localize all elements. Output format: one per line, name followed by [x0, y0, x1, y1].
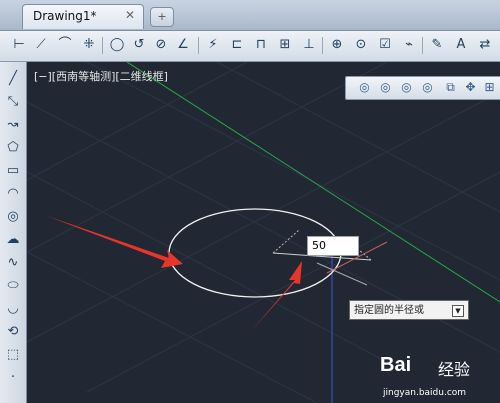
- visual-style-icon[interactable]: ◎: [419, 79, 436, 96]
- dimension-toolbar: ⊢ ⟋ ⌒ ⁜ ◯ ↺ ⊘ ∠ ⚡ ⊏ ⊓ ⊞ ⊥ ⊕ ⊙ ☑ ⌁ ✎ A ⇄: [0, 31, 500, 62]
- circle-icon[interactable]: ◎: [4, 208, 22, 226]
- radius-input[interactable]: 50: [307, 236, 359, 256]
- viewport-label[interactable]: [−][西南等轴测][二维线框]: [34, 68, 168, 84]
- revision-cloud-icon[interactable]: ☁: [4, 231, 22, 249]
- new-tab-button[interactable]: +: [150, 7, 174, 27]
- jogged-linear-icon[interactable]: ⌁: [400, 36, 418, 54]
- angular-icon[interactable]: ∠: [174, 36, 192, 54]
- space-icon[interactable]: ⊞: [276, 36, 294, 54]
- diameter-icon[interactable]: ⊘: [152, 36, 170, 54]
- jogged-icon[interactable]: ↺: [130, 36, 148, 54]
- command-prompt-tooltip: 指定圆的半径或 ▼: [349, 300, 469, 320]
- canvas-graphics: [27, 62, 500, 403]
- close-icon[interactable]: ✕: [125, 8, 135, 22]
- point-icon[interactable]: ·: [4, 369, 22, 387]
- watermark-suffix: 经验: [438, 360, 471, 379]
- break-icon[interactable]: ⊥: [300, 36, 318, 54]
- arc-icon[interactable]: ◠: [4, 185, 22, 203]
- move-3d-icon[interactable]: ✥: [462, 79, 479, 96]
- tab-title: Drawing1*: [33, 9, 97, 23]
- construction-line-icon[interactable]: ⤡: [4, 93, 22, 111]
- orbit-toolbar: ◎ ◎ ◎ ◎ ⧉ ✥ ⊞: [345, 76, 500, 100]
- continuous-orbit-icon[interactable]: ◎: [398, 79, 415, 96]
- down-arrow-icon[interactable]: ▼: [452, 305, 464, 317]
- orbit-icon[interactable]: ◎: [356, 79, 373, 96]
- polyline-icon[interactable]: ↝: [4, 116, 22, 134]
- document-tab-strip: Drawing1* ✕ +: [0, 0, 500, 31]
- inspection-icon[interactable]: ☑: [376, 36, 394, 54]
- edit-text-icon[interactable]: A: [452, 36, 470, 54]
- rectangle-icon[interactable]: ▭: [4, 162, 22, 180]
- watermark-url: jingyan.baidu.com: [383, 388, 467, 398]
- annotation-arrow-left: [47, 216, 183, 268]
- make-block-icon[interactable]: ⬚: [4, 346, 22, 364]
- free-orbit-icon[interactable]: ◎: [377, 79, 394, 96]
- arc-length-icon[interactable]: ⌒: [56, 36, 74, 54]
- radius-icon[interactable]: ◯: [108, 36, 126, 54]
- linear-dimension-icon[interactable]: ⊢: [10, 36, 28, 54]
- aligned-dimension-icon[interactable]: ⟋: [32, 36, 50, 54]
- baseline-icon[interactable]: ⊏: [228, 36, 246, 54]
- ellipse-arc-icon[interactable]: ◡: [4, 300, 22, 318]
- view-manager-icon[interactable]: ⊞: [481, 79, 498, 96]
- center-mark-icon[interactable]: ⊙: [352, 36, 370, 54]
- ucs-icon[interactable]: ⧉: [442, 79, 459, 96]
- ellipse-icon[interactable]: ⬭: [4, 277, 22, 295]
- line-icon[interactable]: ╱: [4, 70, 22, 88]
- insert-block-icon[interactable]: ⟲: [4, 323, 22, 341]
- watermark-brand: Bai: [380, 354, 412, 376]
- prompt-text: 指定圆的半径或: [354, 305, 424, 316]
- update-icon[interactable]: ⇄: [476, 36, 494, 54]
- ordinate-icon[interactable]: ⁜: [80, 36, 98, 54]
- polygon-icon[interactable]: ⬠: [4, 139, 22, 157]
- tab-drawing1[interactable]: Drawing1* ✕: [22, 4, 144, 29]
- tolerance-icon[interactable]: ⊕: [328, 36, 346, 54]
- quick-dimension-icon[interactable]: ⚡: [204, 36, 222, 54]
- spline-icon[interactable]: ∿: [4, 254, 22, 272]
- edit-dimension-icon[interactable]: ✎: [428, 36, 446, 54]
- drawing-canvas[interactable]: [27, 62, 500, 403]
- continue-icon[interactable]: ⊓: [252, 36, 270, 54]
- draw-palette: ╱ ⤡ ↝ ⬠ ▭ ◠ ◎ ☁ ∿ ⬭ ◡ ⟲ ⬚ ·: [0, 62, 27, 403]
